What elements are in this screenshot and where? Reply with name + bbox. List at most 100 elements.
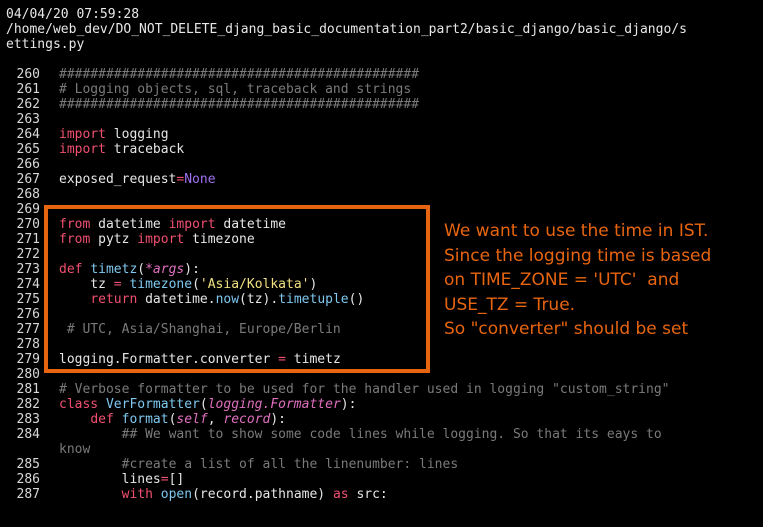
code-token: # Logging objects, sql, traceback and st… <box>59 82 412 97</box>
code-text: ## We want to show some code lines while… <box>59 427 662 442</box>
annotation-line-5: So "converter" should be set <box>444 319 689 339</box>
line-number: 262 <box>16 97 40 112</box>
annotation-note: We want to use the time in IST. Since th… <box>444 219 711 342</box>
line-number: 266 <box>16 157 40 172</box>
timestamp: 04/04/20 07:59:28 <box>6 7 140 22</box>
line-number: 261 <box>16 82 40 97</box>
code-token: logging <box>105 127 169 142</box>
code-token: with <box>121 487 153 502</box>
code-line: 261 # Logging objects, sql, traceback and… <box>0 82 763 97</box>
annotation-line-2: Since the logging time is based <box>444 245 712 266</box>
code-line: 263 <box>0 112 763 127</box>
line-number: 260 <box>16 67 40 82</box>
line-number: 272 <box>16 247 40 262</box>
code-line: 260 #####################################… <box>0 67 763 82</box>
file-header: 04/04/20 07:59:28 /home/web_dev/DO_NOT_D… <box>6 7 687 52</box>
code-text: lines=[] <box>59 472 185 487</box>
annotation-line-3: on TIME_ZONE = 'UTC' and <box>444 270 680 290</box>
line-number: 264 <box>16 127 40 142</box>
code-line: 286 lines=[] <box>0 472 763 487</box>
code-token: format <box>121 412 169 427</box>
code-token: None <box>184 172 216 187</box>
file-path-line2: ettings.py <box>6 37 85 52</box>
code-token: ########################################… <box>59 97 420 112</box>
code-token: exposed_request <box>59 172 177 187</box>
file-path-line1: /home/web_dev/DO_NOT_DELETE_djang_basic_… <box>6 22 687 37</box>
line-number: 267 <box>16 172 40 187</box>
line-number: 285 <box>16 457 40 472</box>
code-token: import <box>59 127 106 142</box>
code-text: class VerFormatter(logging.Formatter): <box>59 397 356 412</box>
line-number: 263 <box>16 112 40 127</box>
wrapped-text: know <box>59 442 91 457</box>
code-line-wrap: know <box>0 442 763 457</box>
code-token: logging.Formatter <box>207 397 341 412</box>
code-text: exposed_request=None <box>59 172 216 187</box>
line-number: 277 <box>16 322 40 337</box>
code-token: class <box>59 397 99 412</box>
line-number: 283 <box>16 412 40 427</box>
code-token: ( <box>199 397 208 412</box>
code-line: 285 #create a list of all the linenumber… <box>0 457 763 472</box>
code-token: import <box>59 142 106 157</box>
code-token: record <box>223 412 271 427</box>
line-number: 276 <box>16 307 40 322</box>
code-token: self <box>176 412 208 427</box>
line-number: 282 <box>16 397 40 412</box>
code-token: ########################################… <box>59 67 420 82</box>
line-number: 280 <box>16 367 40 382</box>
line-number: 270 <box>16 217 40 232</box>
highlight-box <box>44 205 430 373</box>
code-token: ): <box>270 412 287 427</box>
line-number: 268 <box>16 187 40 202</box>
line-number: 265 <box>16 142 40 157</box>
code-token: = <box>160 472 169 487</box>
line-number: 271 <box>16 232 40 247</box>
line-number: 281 <box>16 382 40 397</box>
code-text: import logging <box>59 127 169 142</box>
code-text: import traceback <box>59 142 184 157</box>
code-line: 281 # Verbose formatter to be used for th… <box>0 382 763 397</box>
annotation-line-4: USE_TZ = True. <box>444 294 576 315</box>
code-token: traceback <box>105 142 185 157</box>
code-token: # Verbose formatter to be used for the h… <box>59 382 670 397</box>
line-number: 286 <box>16 472 40 487</box>
code-token: lines <box>59 472 161 487</box>
code-line: 267 exposed_request=None <box>0 172 763 187</box>
code-line: 266 <box>0 157 763 172</box>
line-number: 269 <box>16 202 40 217</box>
code-text: #create a list of all the linenumber: li… <box>59 457 459 472</box>
code-token: [] <box>168 472 185 487</box>
code-token: ): <box>340 397 357 412</box>
line-number: 275 <box>16 292 40 307</box>
code-line: 265 import traceback <box>0 142 763 157</box>
code-token: , <box>207 412 224 427</box>
code-text: ########################################… <box>59 97 419 112</box>
code-token: as <box>332 487 349 502</box>
code-line: 282 class VerFormatter(logging.Formatter)… <box>0 397 763 412</box>
code-text: # Verbose formatter to be used for the h… <box>59 382 669 397</box>
annotation-line-1: We want to use the time in IST. <box>444 221 709 241</box>
code-token: #create a list of all the linenumber: li… <box>59 457 459 472</box>
code-line: 264 import logging <box>0 127 763 142</box>
line-number: 273 <box>16 262 40 277</box>
code-token: src: <box>348 487 388 502</box>
code-token: def <box>90 412 114 427</box>
line-number: 284 <box>16 427 40 442</box>
code-token: VerFormatter <box>105 397 200 412</box>
code-token: (record.pathname) <box>192 487 333 502</box>
code-text: def format(self, record): <box>59 412 286 427</box>
line-number: 279 <box>16 352 40 367</box>
code-line: 287 with open(record.pathname) as src: <box>0 487 763 502</box>
code-text: ########################################… <box>59 67 419 82</box>
code-text: # Logging objects, sql, traceback and st… <box>59 82 411 97</box>
line-number: 274 <box>16 277 40 292</box>
code-line: 262 #####################################… <box>0 97 763 112</box>
code-text: with open(record.pathname) as src: <box>59 487 388 502</box>
code-line: 268 <box>0 187 763 202</box>
code-line: 284 ## We want to show some code lines w… <box>0 427 763 442</box>
